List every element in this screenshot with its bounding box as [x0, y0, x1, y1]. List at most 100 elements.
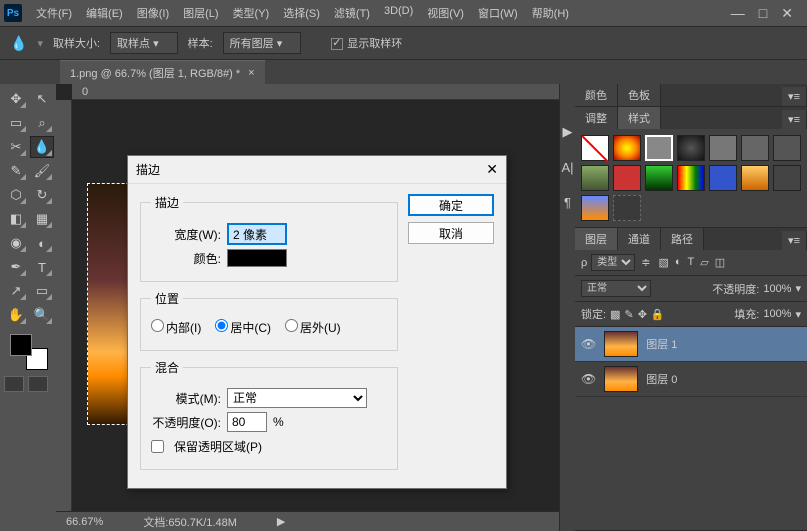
menu-3d[interactable]: 3D(D) [378, 1, 419, 25]
style-swatch[interactable] [773, 135, 801, 161]
gradient-tool[interactable]: ▦ [30, 208, 54, 230]
doc-size[interactable]: 文档:650.7K/1.48M [143, 514, 237, 530]
tab-swatch[interactable]: 色板 [618, 84, 661, 106]
layer-kind-select[interactable]: 类型 [591, 254, 635, 271]
pen-tool[interactable]: ✒ [4, 256, 28, 278]
color-picker[interactable] [227, 249, 287, 267]
layer-thumbnail[interactable] [604, 331, 638, 357]
sample-select[interactable]: 所有图层 ▾ [223, 32, 302, 54]
filter-image-icon[interactable]: ▧ [658, 256, 668, 269]
cancel-button[interactable]: 取消 [408, 222, 494, 244]
width-input[interactable] [227, 223, 287, 245]
ok-button[interactable]: 确定 [408, 194, 494, 216]
opacity-input[interactable] [227, 412, 267, 432]
style-swatch[interactable] [581, 135, 609, 161]
visibility-icon[interactable]: 👁 [581, 372, 596, 386]
menu-edit[interactable]: 编辑(E) [80, 1, 129, 25]
style-swatch[interactable] [677, 135, 705, 161]
style-swatch[interactable] [581, 195, 609, 221]
layer-row[interactable]: 👁 图层 1 [575, 327, 807, 362]
dialog-close-icon[interactable]: ✕ [486, 161, 498, 178]
visibility-icon[interactable]: 👁 [581, 337, 596, 351]
filter-adjust-icon[interactable]: ◐ [675, 256, 682, 269]
style-swatch[interactable] [741, 135, 769, 161]
char-icon[interactable]: A| [561, 160, 573, 175]
style-swatch[interactable] [581, 165, 609, 191]
lasso-tool[interactable]: ⌕ [30, 112, 54, 134]
panel-menu-icon[interactable]: ▾≡ [782, 231, 807, 250]
minimize-button[interactable]: — [731, 5, 745, 22]
style-swatch[interactable] [613, 135, 641, 161]
blur-tool[interactable]: ◉ [4, 232, 28, 254]
filter-smart-icon[interactable]: ◫ [715, 256, 725, 269]
layer-row[interactable]: 👁 图层 0 [575, 362, 807, 397]
lock-trans-icon[interactable]: ▩ [610, 308, 620, 321]
eyedropper-tool[interactable]: 💧 [30, 136, 54, 158]
brush-tool[interactable]: 🖌 [30, 160, 54, 182]
preserve-transparency-checkbox[interactable] [151, 440, 164, 453]
lock-all-icon[interactable]: 🔒 [651, 308, 665, 321]
color-swatches[interactable] [4, 334, 54, 370]
healing-tool[interactable]: ✎ [4, 160, 28, 182]
zoom-tool[interactable]: 🔍 [30, 304, 54, 326]
menu-window[interactable]: 窗口(W) [472, 1, 524, 25]
hand-tool[interactable]: ✋ [4, 304, 28, 326]
type-tool[interactable]: T [30, 256, 54, 278]
marquee-tool[interactable]: ▭ [4, 112, 28, 134]
fill-value[interactable]: 100% [763, 308, 791, 320]
menu-select[interactable]: 选择(S) [277, 1, 326, 25]
sample-size-select[interactable]: 取样点 ▾ [110, 32, 178, 54]
style-swatch[interactable] [741, 165, 769, 191]
tab-adjust[interactable]: 调整 [575, 107, 618, 129]
panel-menu-icon[interactable]: ▾≡ [782, 87, 807, 106]
document-tab[interactable]: 1.png @ 66.7% (图层 1, RGB/8#) *× [60, 60, 265, 85]
close-button[interactable]: ✕ [781, 5, 793, 22]
layer-name[interactable]: 图层 0 [646, 371, 677, 387]
play-icon[interactable]: ▶ [563, 124, 573, 140]
tab-layers[interactable]: 图层 [575, 228, 618, 250]
filter-shape-icon[interactable]: ▱ [700, 256, 708, 269]
dodge-tool[interactable]: ◐ [30, 232, 54, 254]
show-ring-checkbox[interactable] [331, 38, 343, 50]
quickmask-button[interactable] [4, 376, 24, 392]
maximize-button[interactable]: □ [759, 5, 767, 22]
menu-file[interactable]: 文件(F) [30, 1, 78, 25]
screenmode-button[interactable] [28, 376, 48, 392]
lock-pos-icon[interactable]: ✥ [638, 308, 647, 321]
style-swatch[interactable] [677, 165, 705, 191]
style-swatch[interactable] [645, 165, 673, 191]
position-outside-radio[interactable] [285, 319, 298, 332]
style-swatch[interactable] [709, 165, 737, 191]
stamp-tool[interactable]: ⬡ [4, 184, 28, 206]
tab-close-icon[interactable]: × [248, 67, 254, 79]
crop-tool[interactable]: ✂ [4, 136, 28, 158]
panel-menu-icon[interactable]: ▾≡ [782, 110, 807, 129]
menu-filter[interactable]: 滤镜(T) [328, 1, 376, 25]
style-swatch[interactable] [613, 165, 641, 191]
filter-type-icon[interactable]: T [688, 256, 695, 269]
style-swatch[interactable] [773, 165, 801, 191]
menu-image[interactable]: 图像(I) [131, 1, 175, 25]
tab-channels[interactable]: 通道 [618, 228, 661, 250]
opacity-value[interactable]: 100% [763, 283, 791, 295]
path-tool[interactable]: ↗ [4, 280, 28, 302]
layer-thumbnail[interactable] [604, 366, 638, 392]
zoom-level[interactable]: 66.67% [66, 516, 103, 528]
arrow-tool[interactable]: ↖ [30, 88, 54, 110]
dialog-titlebar[interactable]: 描边 ✕ [128, 156, 506, 184]
eyedropper-icon[interactable]: 💧 [10, 35, 27, 52]
menu-type[interactable]: 类型(Y) [227, 1, 276, 25]
history-brush-tool[interactable]: ↻ [30, 184, 54, 206]
menu-layer[interactable]: 图层(L) [177, 1, 224, 25]
menu-view[interactable]: 视图(V) [421, 1, 470, 25]
position-center-radio[interactable] [215, 319, 228, 332]
mode-select[interactable]: 正常 [227, 388, 367, 408]
foreground-color[interactable] [10, 334, 32, 356]
style-swatch[interactable] [709, 135, 737, 161]
tab-styles[interactable]: 样式 [618, 107, 661, 129]
para-icon[interactable]: ¶ [564, 195, 571, 210]
menu-help[interactable]: 帮助(H) [526, 1, 575, 25]
position-inside-radio[interactable] [151, 319, 164, 332]
move-tool[interactable]: ✥ [4, 88, 28, 110]
shape-tool[interactable]: ▭ [30, 280, 54, 302]
